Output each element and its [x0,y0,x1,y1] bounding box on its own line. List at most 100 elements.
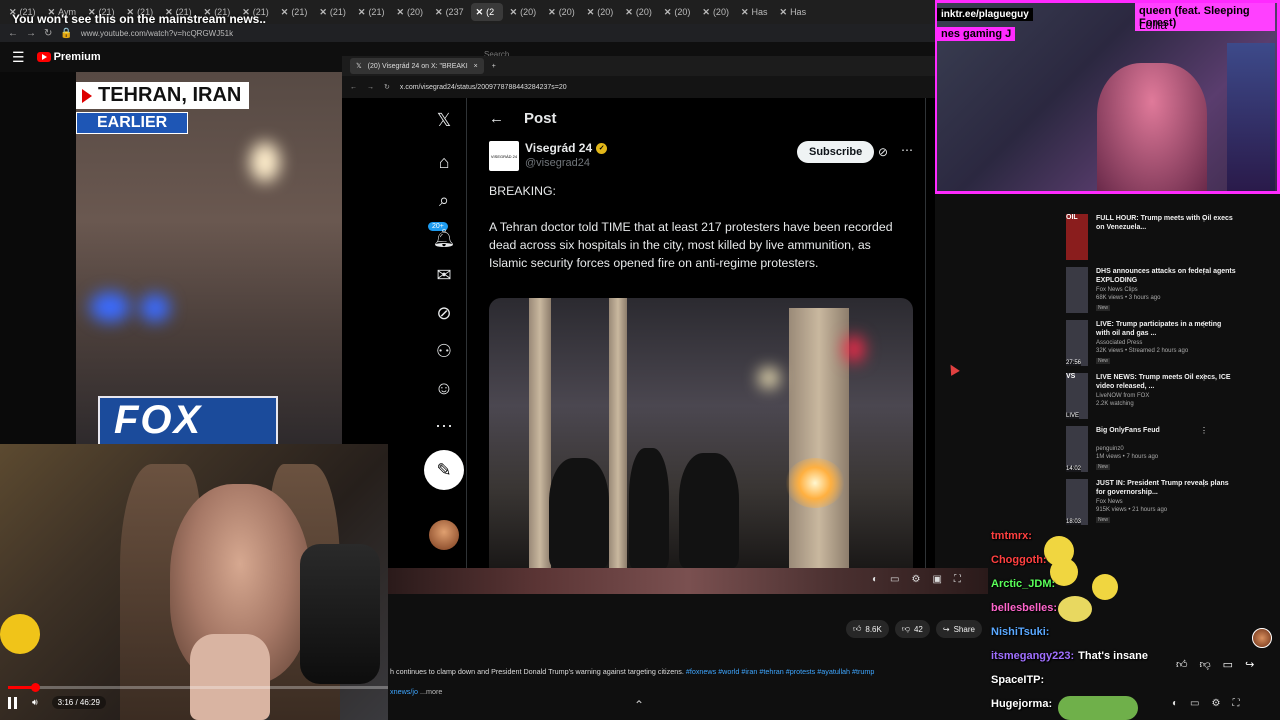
recommendation-item[interactable]: DHS announces attacks on federal agents … [1066,265,1276,317]
mail-icon[interactable]: ✉ [432,263,456,287]
recommendation-item[interactable]: OIL FULL HOUR: Trump meets with Oil execs… [1066,212,1276,264]
more-options-icon[interactable]: ⋯ [901,143,913,157]
home-icon[interactable]: ⌂ [432,150,456,174]
post-video[interactable] [489,298,913,568]
browser-tab[interactable]: ✕ (21) [314,3,351,21]
browser-tab[interactable]: ✕ (21) [276,3,313,21]
new-tab-icon[interactable]: + [492,63,496,70]
x-logo-icon[interactable]: 𝕏 [432,108,456,132]
scrubber-handle[interactable] [30,683,40,692]
like-button[interactable]: 👍︎ 8.6K [846,620,889,638]
captions-icon[interactable]: ▭ [1190,698,1199,709]
fullscreen-icon[interactable]: ⛶ [1232,698,1239,709]
recommendation-title[interactable]: LIVE: Trump participates in a meeting wi… [1096,320,1236,338]
captions-icon[interactable]: ▭ [890,574,899,585]
browser-tab[interactable]: ✕ (20) [620,3,657,21]
video-thumbnail[interactable]: OIL [1066,214,1088,260]
player-progress-bar[interactable] [8,683,388,692]
more-vert-icon[interactable]: ⋮ [1200,426,1208,435]
chevron-up-icon[interactable]: ⌃ [634,698,644,712]
avatar[interactable] [429,520,459,550]
back-arrow-icon[interactable]: ← [489,110,504,127]
recommendation-title[interactable]: Big OnlyFans Feud [1096,426,1236,435]
bell-icon[interactable]: 🔔︎ [432,226,456,250]
show-more-button[interactable]: ...more [420,687,442,696]
browser-tab[interactable]: ✕ (20) [582,3,619,21]
more-vert-icon[interactable]: ⋮ [1200,320,1208,329]
pause-icon[interactable] [8,696,18,709]
recommendation-channel[interactable]: LiveNOW from FOX [1096,393,1149,399]
recommendation-channel[interactable]: penguinz0 [1096,446,1124,452]
inner-url-text[interactable]: x.com/visegrad24/status/2009778788443284… [400,84,567,91]
settings-icon[interactable]: ⚙ [912,574,921,585]
browser-tab[interactable]: ✕ (20) [543,3,580,21]
recommendation-title[interactable]: LIVE NEWS: Trump meets Oil execs, ICE vi… [1096,373,1236,391]
recommendation-channel[interactable]: Fox News Clips [1096,287,1138,293]
recommendation-title[interactable]: FULL HOUR: Trump meets with Oil execs on… [1096,214,1236,232]
thumbs-down-icon[interactable]: 👎︎ [1200,658,1211,671]
more-vert-icon[interactable]: ⋮ [1200,479,1208,488]
close-icon[interactable]: × [474,63,478,70]
recommendation-item[interactable]: Big OnlyFans Feud penguinz0 1M views • 7 h… [1066,424,1276,476]
author-name[interactable]: Visegrád 24 ✓ [525,141,608,155]
share-icon[interactable]: ↪ [1245,658,1254,671]
recommendation-title[interactable]: JUST IN: President Trump reveals plans f… [1096,479,1236,497]
author-avatar[interactable]: VISEGRÁD 24 [489,141,519,171]
autoplay-toggle-icon[interactable]: ◐ [872,574,878,585]
recommendation-title[interactable]: DHS announces attacks on federal agents … [1096,267,1236,285]
grok-explain-icon[interactable]: ⊘ [878,145,888,159]
recommendation-item[interactable]: JUST IN: President Trump reveals plans f… [1066,477,1276,529]
more-vert-icon[interactable]: ⋮ [1200,373,1208,382]
browser-tab[interactable]: ✕ (20) [697,3,734,21]
miniplayer-icon[interactable]: ▣ [932,574,941,585]
browser-tab[interactable]: ✕ Has [775,3,812,21]
subscribe-button[interactable]: Subscribe [797,141,875,163]
forward-icon[interactable]: → [367,84,374,91]
more-icon[interactable]: ⋯ [432,414,456,438]
reload-icon[interactable]: ↻ [44,28,52,39]
video-thumbnail[interactable] [1066,267,1088,313]
browser-tab[interactable]: ✕ (2 [470,3,503,21]
video-info-area [388,594,988,720]
search-icon[interactable]: ⌕ [432,188,456,212]
back-icon[interactable]: ← [350,84,357,91]
recommendation-item[interactable]: LIVE: Trump participates in a meeting wi… [1066,318,1276,370]
video-frame-left[interactable]: TEHRAN, IRAN EARLIER FOX [0,72,342,444]
fullscreen-icon[interactable]: ⛶ [954,574,961,585]
back-icon[interactable]: ← [8,28,18,39]
recommendation-item[interactable]: VS LIVE NEWS: Trump meets Oil execs, ICE … [1066,371,1276,423]
thumbs-up-icon[interactable]: 👍︎ [1176,658,1188,671]
compose-post-button[interactable]: ✎ [424,450,464,490]
youtube-logo[interactable]: Premium [36,51,101,63]
dislike-button[interactable]: 👎︎ 42 [894,620,930,638]
settings-icon[interactable]: ⚙ [1212,698,1221,709]
volume-icon[interactable]: 🔊︎ [32,697,38,708]
browser-tab[interactable]: ✕ (237 [430,3,469,21]
browser-tab[interactable]: ✕ (20) [659,3,696,21]
browser-tab[interactable]: ✕ (20) [391,3,428,21]
forward-icon[interactable]: → [26,28,36,39]
toggle-icon[interactable]: ◐ [1172,698,1178,709]
menu-icon[interactable]: ☰ [12,49,25,66]
more-vert-icon[interactable]: ⋮ [1200,267,1208,276]
browser-tab[interactable]: ✕ (21) [353,3,390,21]
description-hashtags[interactable]: #foxnews #world #iran #tehran #protests … [686,667,875,676]
comment-icon[interactable]: ▭ [1223,658,1233,671]
browser-url-bar[interactable]: ← → ↻ 🔒 www.youtube.com/watch?v=hcQRGWJ5… [0,24,935,42]
communities-icon[interactable]: ⚇ [432,339,456,363]
url-text[interactable]: www.youtube.com/watch?v=hcQRGWJ51k [81,29,233,38]
browser-tab[interactable]: ✕ (20) [505,3,542,21]
profile-icon[interactable]: ☺ [432,376,456,400]
browser-tab[interactable]: ✕ Has [736,3,773,21]
author-handle[interactable]: @visegrad24 [525,157,590,169]
share-button[interactable]: ↪ Share [935,620,982,638]
avatar[interactable] [1252,628,1272,648]
inner-url-bar[interactable]: ← → ↻ x.com/visegrad24/status/2009778788… [342,76,935,98]
description-link[interactable]: xnews/jo [390,687,418,696]
recommendation-channel[interactable]: Fox News [1096,499,1123,505]
more-vert-icon[interactable]: ⋮ [1200,214,1208,223]
recommendation-channel[interactable]: Associated Press [1096,340,1142,346]
grok-icon[interactable]: ⊘ [432,301,456,325]
reload-icon[interactable]: ↻ [384,83,390,91]
inner-tab[interactable]: 𝕏 (20) Visegrád 24 on X: "BREAKI × [350,58,484,74]
